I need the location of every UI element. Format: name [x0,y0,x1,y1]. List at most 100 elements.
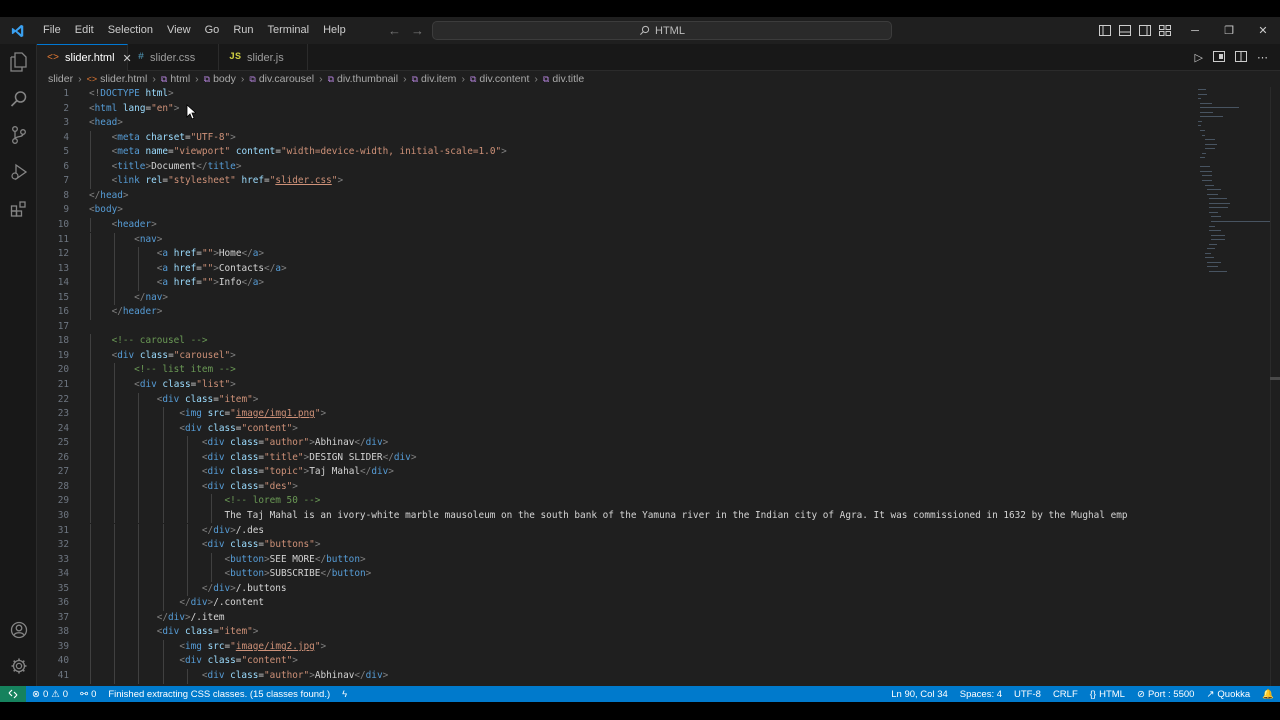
code-line[interactable]: <meta name="viewport" content="width=dev… [89,145,507,160]
code-line[interactable]: <div class="des"> [89,480,298,495]
close-window-icon[interactable]: ✕ [1246,24,1280,37]
more-actions-icon[interactable]: ⋯ [1257,51,1268,64]
code-line[interactable]: <nav> [89,233,162,248]
toggle-primary-sidebar-icon[interactable] [1098,24,1112,38]
run-file-icon[interactable]: ▷ [1195,51,1203,64]
file-encoding[interactable]: UTF-8 [1008,689,1047,700]
toggle-secondary-sidebar-icon[interactable] [1138,24,1152,38]
code-line[interactable]: <!-- lorem 50 --> [89,494,320,509]
search-sidebar-icon[interactable] [0,82,37,116]
code-line[interactable]: <div class="content"> [89,422,298,437]
code-line[interactable]: <div class="author">Abhinav</div> [89,436,388,451]
language-mode[interactable]: {} HTML [1084,689,1131,700]
code-line[interactable]: </div>/.buttons [89,582,287,597]
vertical-scrollbar[interactable] [1270,87,1280,686]
end-of-line[interactable]: CRLF [1047,689,1084,700]
code-line[interactable]: <div class="list"> [89,378,236,393]
code-line[interactable]: <button>SEE MORE</button> [89,553,365,568]
breadcrumb-item[interactable]: div.item [421,73,456,85]
live-server-port[interactable]: ⊘ Port : 5500 [1131,689,1200,700]
code-line[interactable]: </head> [89,189,129,204]
extensions-icon[interactable] [0,192,37,226]
scrollbar-thumb[interactable] [1270,377,1280,380]
tab-slider-css[interactable]: # slider.css [128,44,219,71]
code-line[interactable]: <!-- list item --> [89,363,236,378]
split-editor-icon[interactable] [1235,50,1247,65]
minimap[interactable] [1190,87,1270,686]
ports-indicator[interactable]: ⚯ 0 [74,689,102,700]
explorer-icon[interactable] [0,45,37,79]
menu-go[interactable]: Go [198,17,227,44]
code-line[interactable]: </div>/.content [89,596,264,611]
code-line[interactable]: <img src="image/img2.jpg"> [89,640,326,655]
code-area[interactable]: <!DOCTYPE html> <html lang="en"> <head> <m… [89,87,1190,686]
code-line[interactable]: </div>/.des [89,524,264,539]
code-line[interactable]: <html lang="en"> [89,102,179,117]
accounts-icon[interactable] [0,613,37,647]
code-line[interactable]: <a href="">Info</a> [89,276,264,291]
code-line[interactable]: The Taj Mahal is an ivory-white marble m… [89,509,1127,524]
breadcrumb-item[interactable]: slider.html [100,73,147,85]
indent-guide [90,552,91,568]
menu-selection[interactable]: Selection [101,17,160,44]
code-line[interactable]: <img src="image/img1.png"> [89,407,326,422]
toggle-panel-icon[interactable] [1118,24,1132,38]
code-line[interactable]: </header> [89,305,163,320]
menu-edit[interactable]: Edit [68,17,101,44]
code-line[interactable]: <head> [89,116,123,131]
menu-run[interactable]: Run [226,17,260,44]
code-line[interactable]: <div class="author">Abhinav</div> [89,669,388,684]
code-line[interactable]: <div class="buttons"> [89,538,321,553]
remote-indicator-icon[interactable] [0,686,26,702]
code-line[interactable]: <link rel="stylesheet" href="slider.css"… [89,174,344,189]
code-token: "" [201,248,214,260]
tab-slider-js[interactable]: JS slider.js [219,44,308,71]
open-preview-icon[interactable] [1213,50,1225,65]
code-token: "viewport" [173,146,231,158]
menu-file[interactable]: File [36,17,68,44]
code-line[interactable]: <a href="">Home</a> [89,247,264,262]
settings-gear-icon[interactable] [0,649,37,683]
code-line[interactable]: <body> [89,203,123,218]
code-line[interactable]: <!-- carousel --> [89,334,208,349]
code-line[interactable]: <div class="content"> [89,654,298,669]
code-line[interactable]: <header> [89,218,157,233]
tab-slider-html[interactable]: <> slider.html ✕ [37,44,132,71]
code-line[interactable]: <button>SUBSCRIBE</button> [89,567,371,582]
code-line[interactable]: </nav> [89,291,168,306]
breadcrumb-item[interactable]: div.content [479,73,529,85]
breadcrumb-item[interactable]: html [170,73,190,85]
cursor-position[interactable]: Ln 90, Col 34 [885,689,954,700]
code-line[interactable]: <!DOCTYPE html> [89,87,174,102]
menu-view[interactable]: View [160,17,198,44]
run-and-debug-icon[interactable] [0,155,37,189]
menu-terminal[interactable]: Terminal [261,17,317,44]
breadcrumb-item[interactable]: slider [48,73,73,85]
notifications-bell-icon[interactable]: 🔔 [1256,689,1280,700]
quokka-status[interactable]: ↗ Quokka [1200,689,1256,700]
code-line[interactable]: <div class="carousel"> [89,349,236,364]
extension-status-icon[interactable]: ϟ [336,689,353,700]
line-number-gutter: 1 2 3 4 5 6 7 8 9 10 11 12 13 14 15 16 17 18 19 20 21 22 23 24 2… [37,87,72,686]
code-line[interactable]: <title>Document</title> [89,160,242,175]
breadcrumb-item[interactable]: div.title [552,73,584,85]
code-line[interactable]: <a href="">Contacts</a> [89,262,287,277]
problems-indicator[interactable]: ⊗ 0 ⚠ 0 [26,689,74,700]
breadcrumb-item[interactable]: div.carousel [259,73,314,85]
indentation[interactable]: Spaces: 4 [954,689,1008,700]
forward-arrow-icon[interactable]: → [411,23,424,38]
code-editor[interactable]: 1 2 3 4 5 6 7 8 9 10 11 12 13 14 15 16 17 18 19 20 21 22 23 24 2… [37,87,1190,686]
code-line[interactable]: </div>/.item [89,611,225,626]
restore-icon[interactable]: ❐ [1212,24,1246,37]
source-control-icon[interactable] [0,118,37,152]
minimap-line [1200,107,1239,109]
customize-layout-icon[interactable] [1158,24,1172,38]
code-line[interactable]: <meta charset="UTF-8"> [89,131,236,146]
code-line[interactable]: <div class="topic">Taj Mahal</div> [89,465,394,480]
breadcrumb-item[interactable]: body [213,73,236,85]
back-arrow-icon[interactable]: ← [388,23,401,38]
command-center-search[interactable]: HTML [432,21,892,40]
minimize-icon[interactable]: ─ [1178,25,1212,37]
menu-help[interactable]: Help [316,17,353,44]
breadcrumb-item[interactable]: div.thumbnail [337,73,398,85]
